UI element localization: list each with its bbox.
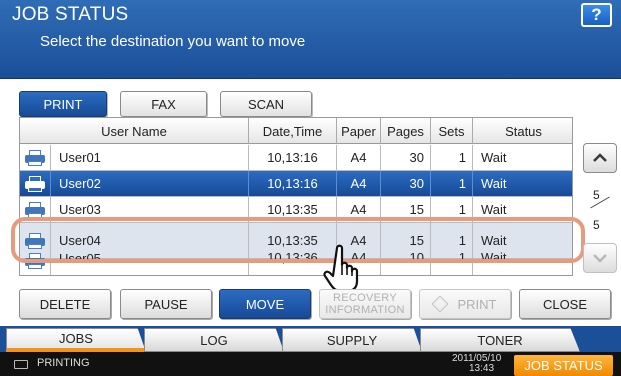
printer-icon bbox=[20, 171, 50, 196]
recovery-information-button[interactable]: RECOVERY INFORMATION bbox=[319, 289, 411, 319]
cell-pages: 30 bbox=[380, 145, 430, 170]
page-title: JOB STATUS bbox=[12, 4, 129, 25]
tab-print[interactable]: PRINT bbox=[19, 91, 107, 117]
col-paper: Paper bbox=[336, 118, 380, 144]
recovery-label-line1: RECOVERY bbox=[333, 292, 397, 304]
col-user-name: User Name bbox=[101, 123, 167, 139]
printing-status-text: PRINTING bbox=[37, 357, 90, 369]
cell-datetime: 10,13:16 bbox=[248, 145, 336, 170]
col-sets: Sets bbox=[430, 118, 472, 144]
move-target-highlight bbox=[11, 217, 585, 263]
close-button[interactable]: CLOSE bbox=[519, 289, 611, 319]
cell-status: Wait bbox=[472, 171, 572, 196]
table-row[interactable]: User01 10,13:16 A4 30 1 Wait bbox=[20, 145, 572, 171]
start-diamond-icon bbox=[431, 295, 448, 313]
table-header: User Name Date,Time Paper Pages Sets Sta… bbox=[20, 118, 572, 144]
scroll-up-button[interactable] bbox=[583, 143, 617, 173]
cell-sets: 1 bbox=[430, 171, 472, 196]
tab-jobs[interactable]: JOBS bbox=[6, 328, 146, 352]
table-row-selected[interactable]: User02 10,13:16 A4 30 1 Wait bbox=[20, 171, 572, 197]
print-label: PRINT bbox=[457, 296, 497, 312]
hand-pointer-icon bbox=[323, 244, 359, 292]
delete-button[interactable]: DELETE bbox=[19, 289, 111, 319]
col-date-time: Date,Time bbox=[248, 118, 336, 144]
col-pages: Pages bbox=[380, 118, 430, 144]
job-status-button[interactable]: JOB STATUS bbox=[514, 355, 613, 376]
cell-sets: 1 bbox=[430, 145, 472, 170]
job-status-screen: JOB STATUS Select the destination you wa… bbox=[0, 0, 621, 376]
tab-toner[interactable]: TONER bbox=[420, 328, 580, 352]
instruction-text: Select the destination you want to move bbox=[40, 33, 306, 50]
cell-paper: A4 bbox=[336, 145, 380, 170]
col-status: Status bbox=[472, 118, 572, 144]
tab-scan[interactable]: SCAN bbox=[220, 91, 312, 117]
cell-status: Wait bbox=[472, 145, 572, 170]
page-total: 5 bbox=[593, 218, 600, 232]
status-time: 13:43 bbox=[469, 363, 495, 374]
recovery-label-line2: INFORMATION bbox=[325, 304, 405, 316]
cell-user: User01 bbox=[50, 145, 248, 170]
cell-user: User02 bbox=[50, 171, 248, 196]
cell-datetime: 10,13:16 bbox=[248, 171, 336, 196]
printer-icon bbox=[20, 145, 50, 170]
move-button[interactable]: MOVE bbox=[219, 289, 311, 319]
pause-button[interactable]: PAUSE bbox=[120, 289, 212, 319]
help-button[interactable]: ? bbox=[581, 3, 612, 27]
tab-fax[interactable]: FAX bbox=[120, 91, 207, 117]
print-button[interactable]: PRINT bbox=[419, 289, 511, 319]
scroll-down-button[interactable] bbox=[583, 243, 617, 273]
cell-pages: 30 bbox=[380, 171, 430, 196]
tab-supply[interactable]: SUPPLY bbox=[282, 328, 422, 352]
printing-status-icon bbox=[14, 360, 28, 369]
chevron-down-icon bbox=[593, 254, 607, 263]
cell-paper: A4 bbox=[336, 171, 380, 196]
page-current: 5 bbox=[593, 188, 600, 202]
tab-log[interactable]: LOG bbox=[144, 328, 284, 352]
chevron-up-icon bbox=[593, 153, 607, 162]
